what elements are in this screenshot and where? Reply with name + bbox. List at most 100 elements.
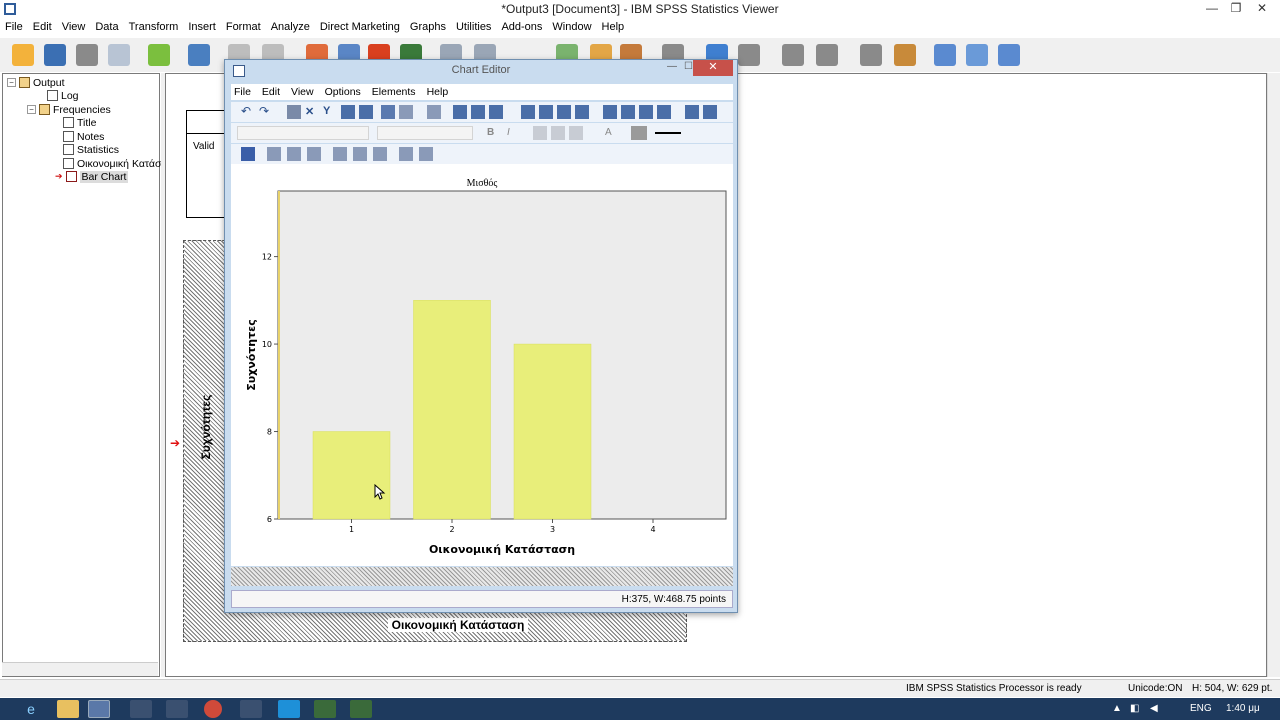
bold-button[interactable]: B bbox=[487, 126, 501, 140]
chart-editor-minimize-button[interactable]: — bbox=[667, 61, 677, 72]
y-axis-icon[interactable] bbox=[471, 105, 485, 119]
text-color-icon[interactable]: A bbox=[605, 126, 619, 140]
filter-icon[interactable]: Y bbox=[323, 105, 337, 119]
pie-explode-icon[interactable] bbox=[419, 147, 433, 161]
insert-title-icon[interactable] bbox=[934, 44, 956, 66]
z-axis-icon[interactable] bbox=[489, 105, 503, 119]
menu-transform[interactable]: Transform bbox=[124, 19, 184, 37]
menu-add-ons[interactable]: Add-ons bbox=[496, 19, 547, 37]
calculator-taskbar-icon[interactable] bbox=[166, 700, 188, 718]
scale-icon[interactable] bbox=[341, 105, 355, 119]
reference-line-icon[interactable] bbox=[657, 105, 671, 119]
ce-menu-file[interactable]: File bbox=[231, 84, 259, 100]
font-size-select[interactable] bbox=[377, 126, 473, 140]
menu-analyze[interactable]: Analyze bbox=[266, 19, 315, 37]
fit-line-icon[interactable] bbox=[333, 147, 347, 161]
transpose-icon[interactable] bbox=[685, 105, 699, 119]
outline-item-statistics[interactable]: Statistics bbox=[63, 143, 119, 156]
x-axis-icon[interactable] bbox=[453, 105, 467, 119]
transform-icon[interactable] bbox=[359, 105, 373, 119]
align-left-icon[interactable] bbox=[533, 126, 547, 140]
minimize-button[interactable]: — bbox=[1200, 1, 1224, 15]
insert-page-icon[interactable] bbox=[998, 44, 1020, 66]
spss-data-taskbar-icon[interactable] bbox=[314, 700, 336, 718]
table-icon[interactable] bbox=[621, 105, 635, 119]
keyboard-language[interactable]: ENG bbox=[1190, 703, 1212, 714]
x-axis-label[interactable]: Οικονομική Κατάσταση bbox=[429, 543, 575, 556]
title-box-icon[interactable] bbox=[521, 105, 535, 119]
y-axis-label[interactable]: Συχνότητες bbox=[245, 319, 258, 391]
ce-menu-help[interactable]: Help bbox=[424, 84, 457, 100]
file-explorer-icon[interactable] bbox=[57, 700, 79, 718]
properties-icon[interactable] bbox=[287, 105, 301, 119]
chart-canvas[interactable]: Μισθός 6 8 10 12 1234 Οικονομική Κατάσταση … bbox=[231, 164, 733, 566]
clock[interactable]: 1:40 μμ bbox=[1226, 703, 1260, 714]
outline-item-title[interactable]: Title bbox=[63, 116, 96, 129]
expand-icon[interactable] bbox=[782, 44, 804, 66]
menu-view[interactable]: View bbox=[57, 19, 91, 37]
delete-icon[interactable]: ✕ bbox=[305, 105, 319, 119]
content-vertical-scrollbar[interactable] bbox=[1267, 73, 1280, 677]
close-button[interactable]: ✕ bbox=[1250, 1, 1274, 15]
menu-direct-marketing[interactable]: Direct Marketing bbox=[315, 19, 405, 37]
outline-item-log[interactable]: Log bbox=[47, 89, 79, 102]
grid-icon[interactable] bbox=[603, 105, 617, 119]
histogram-icon[interactable] bbox=[287, 147, 301, 161]
tray-volume-icon[interactable]: ◀ bbox=[1150, 703, 1158, 714]
textbox-icon[interactable] bbox=[539, 105, 553, 119]
menu-utilities[interactable]: Utilities bbox=[451, 19, 496, 37]
bar-chart-icon[interactable] bbox=[267, 147, 281, 161]
legend-icon[interactable] bbox=[575, 105, 589, 119]
collapse-icon[interactable] bbox=[816, 44, 838, 66]
ce-menu-elements[interactable]: Elements bbox=[369, 84, 424, 100]
outline-item-notes[interactable]: Notes bbox=[63, 130, 104, 143]
spss-viewer-taskbar-icon[interactable] bbox=[88, 700, 110, 718]
menu-help[interactable]: Help bbox=[597, 19, 630, 37]
fill-color-icon[interactable] bbox=[631, 126, 647, 140]
align-center-icon[interactable] bbox=[551, 126, 565, 140]
menu-window[interactable]: Window bbox=[547, 19, 596, 37]
print-preview-icon[interactable] bbox=[108, 44, 130, 66]
line-chart-icon[interactable] bbox=[307, 147, 321, 161]
hide-icon[interactable] bbox=[894, 44, 916, 66]
data-labels-icon[interactable] bbox=[639, 105, 653, 119]
bar-chart[interactable]: Μισθός 681012 1234 Οικονομική Κατάσταση … bbox=[231, 164, 733, 566]
redo-icon[interactable]: ↷ bbox=[259, 105, 273, 119]
menu-format[interactable]: Format bbox=[221, 19, 266, 37]
open-folder-icon[interactable] bbox=[12, 44, 34, 66]
curve-icon[interactable] bbox=[373, 147, 387, 161]
outline-item-frequencies[interactable]: − Frequencies bbox=[27, 103, 111, 116]
area-icon[interactable] bbox=[399, 147, 413, 161]
bar-1[interactable] bbox=[312, 431, 391, 520]
outline-horizontal-scrollbar[interactable] bbox=[2, 662, 158, 676]
italic-button[interactable]: I bbox=[507, 126, 521, 140]
collapse-icon[interactable]: − bbox=[7, 78, 16, 87]
ce-menu-options[interactable]: Options bbox=[322, 84, 369, 100]
show-icon[interactable] bbox=[860, 44, 882, 66]
restore-button[interactable]: ❐ bbox=[1224, 1, 1248, 15]
undo-icon[interactable]: ↶ bbox=[241, 105, 255, 119]
chart-editor-close-button[interactable]: ✕ bbox=[693, 60, 733, 76]
bar-2[interactable] bbox=[413, 300, 491, 520]
footnote-icon[interactable] bbox=[557, 105, 571, 119]
recall-dialog-icon[interactable] bbox=[188, 44, 210, 66]
ce-menu-view[interactable]: View bbox=[288, 84, 322, 100]
tray-flag-icon[interactable]: ▲ bbox=[1112, 703, 1122, 714]
line-style-icon[interactable] bbox=[655, 132, 681, 134]
ce-menu-edit[interactable]: Edit bbox=[259, 84, 288, 100]
cursor-icon[interactable] bbox=[427, 105, 441, 119]
chart-grid-icon[interactable] bbox=[241, 147, 255, 161]
chart-editor-maximize-button[interactable]: ☐ bbox=[684, 61, 693, 72]
menu-insert[interactable]: Insert bbox=[183, 19, 221, 37]
demote-arrow-icon[interactable] bbox=[738, 44, 760, 66]
chrome-icon[interactable] bbox=[204, 700, 222, 718]
menu-file[interactable]: File bbox=[0, 19, 28, 37]
interpolation-icon[interactable] bbox=[353, 147, 367, 161]
menu-edit[interactable]: Edit bbox=[28, 19, 57, 37]
insert-text-icon[interactable] bbox=[966, 44, 988, 66]
save-icon[interactable] bbox=[44, 44, 66, 66]
sort-icon[interactable] bbox=[703, 105, 717, 119]
spss-syntax-taskbar-icon[interactable] bbox=[350, 700, 372, 718]
menu-data[interactable]: Data bbox=[90, 19, 123, 37]
app-taskbar-icon[interactable] bbox=[130, 700, 152, 718]
